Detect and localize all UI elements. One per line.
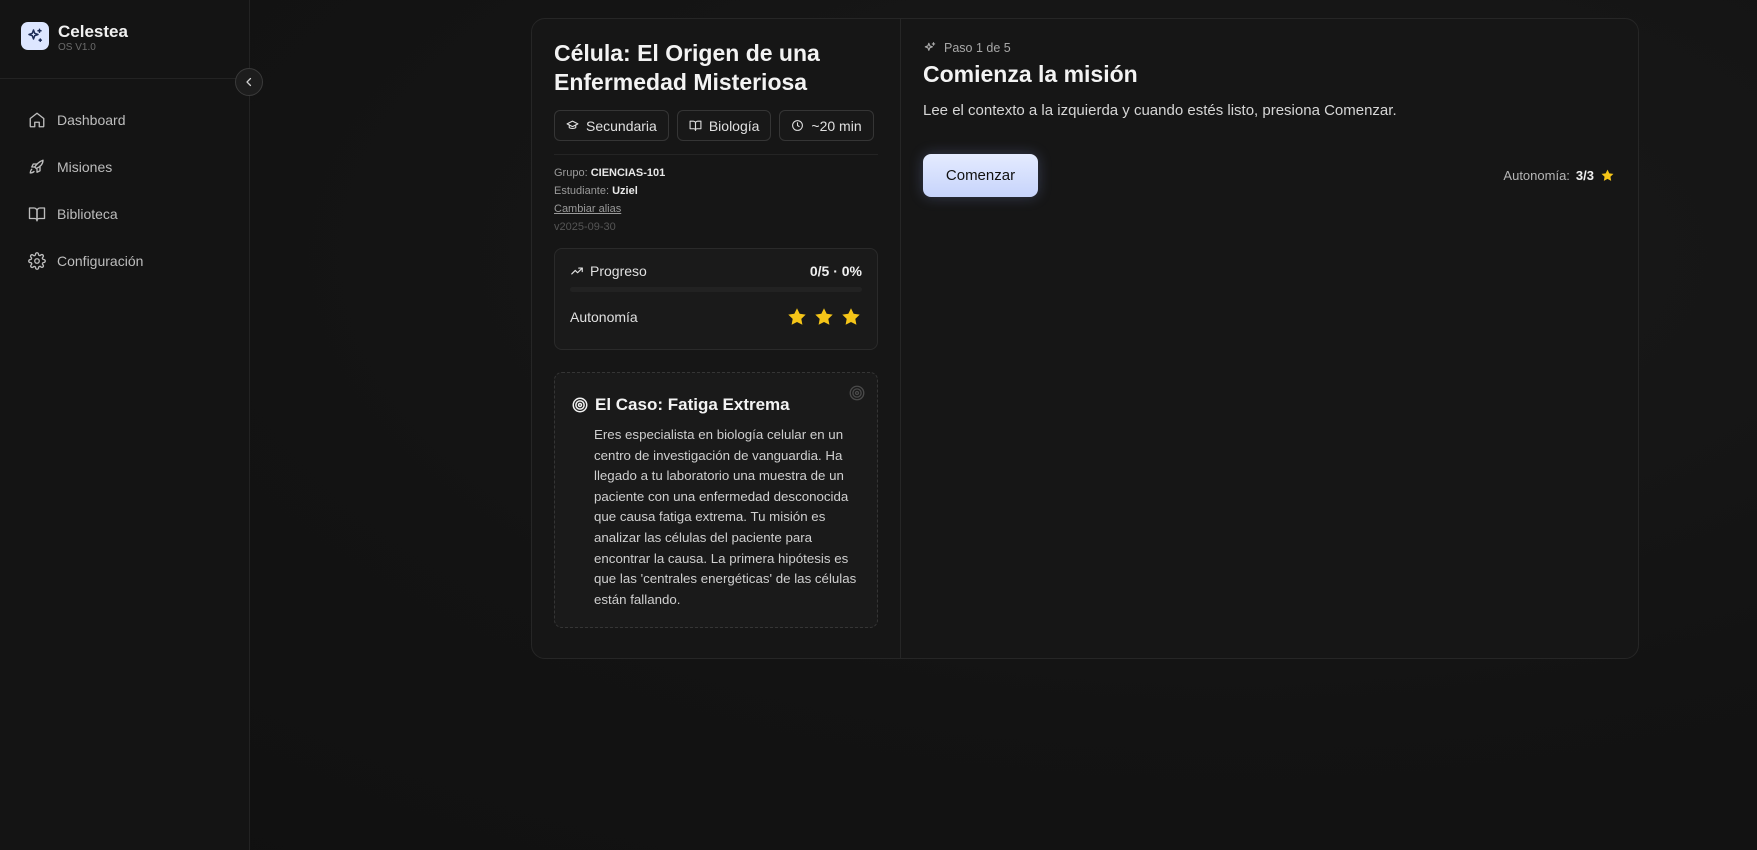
mission-title: Célula: El Origen de una Enfermedad Mist… [554,40,820,95]
autonomy-summary-label: Autonomía: [1503,168,1570,183]
sidebar-item-label: Dashboard [57,111,126,128]
step-label: Paso 1 de 5 [944,41,1011,55]
mission-version: v2025-09-30 [554,221,616,233]
sidebar-nav: Dashboard Misiones Biblioteca Configurac… [0,79,249,284]
change-alias-link[interactable]: Cambiar alias [554,203,621,215]
group-label: Grupo: [554,167,588,179]
sidebar-item-label: Misiones [57,158,113,175]
chip-subject: Biología [676,110,772,141]
case-panel: El Caso: Fatiga Extrema Eres especialist… [554,372,878,628]
autonomy-summary: Autonomía: 3/3 [1503,168,1615,183]
target-icon [572,397,588,413]
collapse-sidebar-button[interactable] [235,68,263,96]
student-value: Uziel [612,185,638,197]
step-description: Lee el contexto a la izquierda y cuando … [923,102,1397,119]
sidebar-item-label: Configuración [57,252,144,269]
progress-panel: Progreso 0/5 · 0% Autonomía [554,248,878,350]
group-line: Grupo: CIENCIAS-101 [554,164,878,182]
student-label: Estudiante: [554,185,610,197]
case-title: El Caso: Fatiga Extrema [595,395,790,414]
progress-value: 0/5 · 0% [809,263,862,279]
trending-up-icon [571,267,583,275]
chip-duration: ~20 min [779,110,874,141]
home-icon [29,112,45,127]
step-indicator: Paso 1 de 5 [923,41,1616,55]
chip-label: Biología [708,117,760,134]
sidebar-item-configuracion[interactable]: Configuración [0,237,249,284]
brand-name: Celestea [58,22,128,41]
student-line: Estudiante: Uziel [554,182,878,200]
autonomy-summary-value: 3/3 [1575,168,1594,183]
target-icon [849,385,865,401]
graduation-cap-icon [566,120,579,130]
mission-chips: Secundaria Biología ~20 min [554,110,878,141]
gear-icon [28,251,46,270]
sparkles-logo-icon [21,22,49,50]
progress-bar [570,287,862,292]
sidebar-item-dashboard[interactable]: Dashboard [0,96,249,143]
star-icon [788,308,806,325]
book-icon [28,206,46,221]
sparkles-icon [924,42,936,51]
brand-version: OS V1.0 [58,42,96,53]
brand: Celestea OS V1.0 [0,0,249,79]
progress-label-group: Progreso [570,263,647,279]
mission-card: Célula: El Origen de una Enfermedad Mist… [531,18,1639,659]
star-icon [815,308,833,325]
book-open-icon [689,120,702,131]
mission-context-panel: Célula: El Origen de una Enfermedad Mist… [532,19,901,658]
chevron-left-icon [246,77,252,87]
autonomy-stars [786,306,862,328]
sidebar-item-misiones[interactable]: Misiones [0,143,249,190]
chip-label: Secundaria [586,117,657,134]
step-title: Comienza la misión [923,61,1138,87]
autonomy-label: Autonomía [570,309,638,325]
progress-label: Progreso [590,263,647,279]
mission-meta: Grupo: CIENCIAS-101 Estudiante: Uziel Ca… [554,154,878,236]
rocket-icon [29,159,44,174]
group-value: CIENCIAS-101 [590,167,666,179]
start-button[interactable]: Comenzar [923,154,1038,197]
mission-step-panel: Paso 1 de 5 Comienza la misión Lee el co… [901,19,1638,658]
clock-icon [792,120,804,131]
chip-level: Secundaria [554,110,669,141]
sidebar: Celestea OS V1.0 Dashboard Misiones Bibl… [0,0,250,850]
chip-label: ~20 min [811,117,862,134]
sidebar-item-biblioteca[interactable]: Biblioteca [0,190,249,237]
star-icon [842,308,860,325]
case-description: Eres especialista en biología celular en… [594,427,857,607]
sidebar-item-label: Biblioteca [57,205,118,222]
star-icon [1601,169,1614,181]
